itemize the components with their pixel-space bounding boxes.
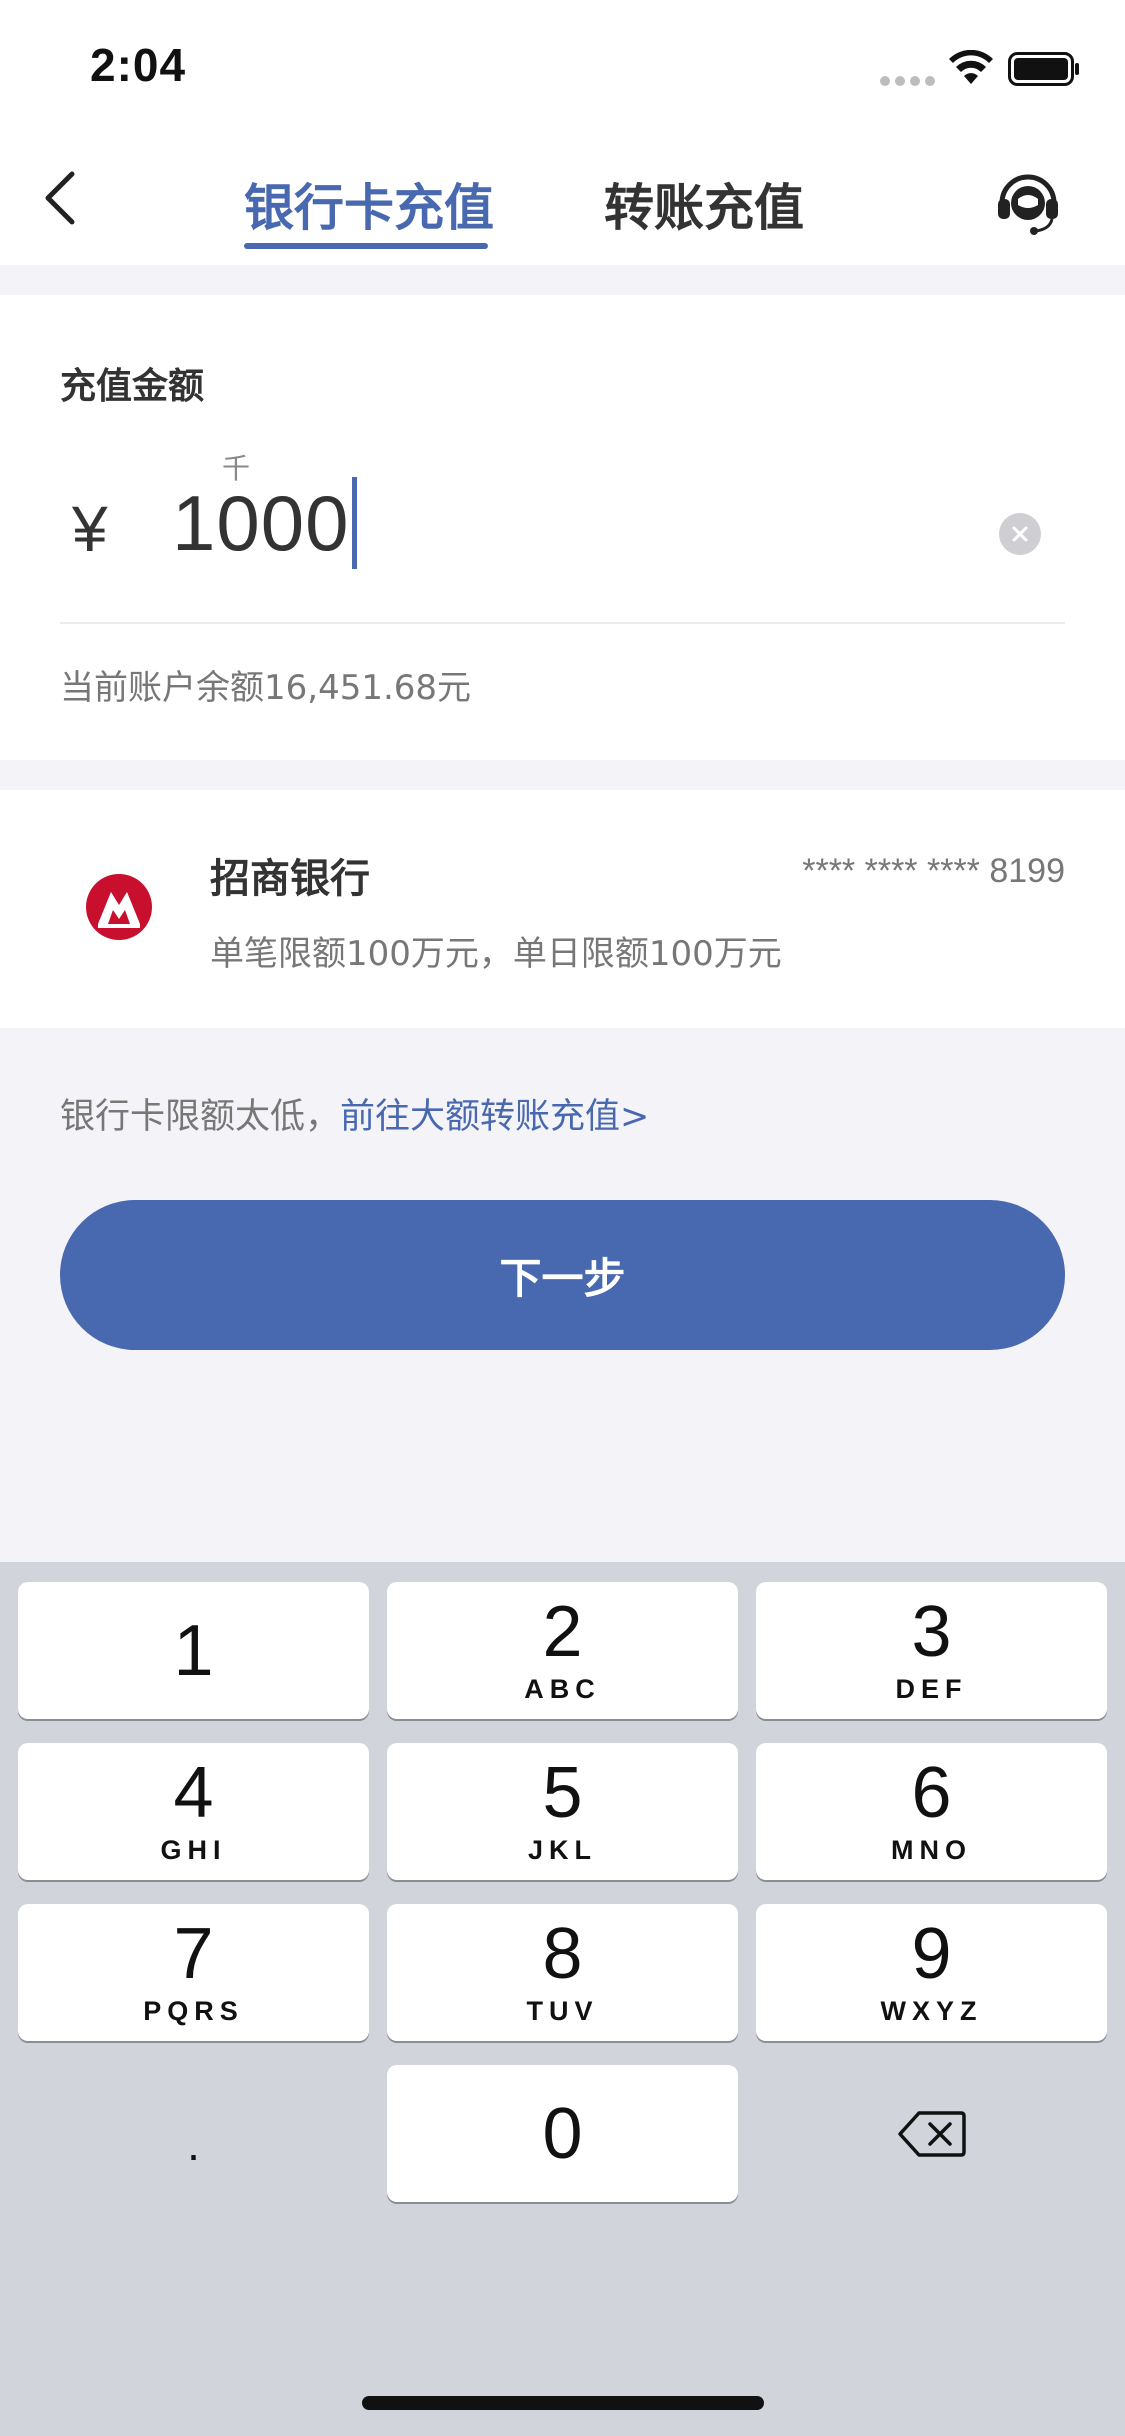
card-number: **** **** **** 8199 — [802, 852, 1065, 890]
chevron-left-icon — [45, 171, 75, 225]
battery-icon — [1008, 52, 1079, 86]
key-digit: 2 — [542, 1592, 583, 1672]
clear-amount-button[interactable] — [999, 513, 1041, 555]
key-letters: ABC — [524, 1674, 601, 1704]
key-3[interactable]: 3 DEF — [756, 1582, 1107, 1719]
key-1[interactable]: 1 — [18, 1582, 369, 1719]
wifi-icon — [949, 50, 993, 84]
key-0[interactable]: 0 — [387, 2065, 738, 2202]
status-bar: 2:04 — [0, 0, 1125, 135]
key-5[interactable]: 5 JKL — [387, 1743, 738, 1880]
key-4[interactable]: 4 GHI — [18, 1743, 369, 1880]
backspace-icon — [897, 2110, 966, 2157]
signal-dots-icon — [880, 76, 936, 86]
tab-bank-card-topup[interactable]: 银行卡充值 — [244, 168, 494, 240]
key-letters: MNO — [891, 1835, 972, 1865]
key-8[interactable]: 8 TUV — [387, 1904, 738, 2041]
key-9[interactable]: 9 WXYZ — [756, 1904, 1107, 2041]
key-letters: DEF — [895, 1674, 968, 1704]
text-cursor — [351, 477, 357, 569]
amount-label: 充值金额 — [60, 366, 205, 407]
key-letters: TUV — [526, 1996, 599, 2026]
key-2[interactable]: 2 ABC — [387, 1582, 738, 1719]
bank-name: 招商银行 — [210, 856, 370, 902]
key-6[interactable]: 6 MNO — [756, 1743, 1107, 1880]
cmb-bank-logo-icon — [86, 874, 152, 940]
large-transfer-link[interactable]: 前往大额转账充值> — [340, 1097, 649, 1137]
numeric-keyboard: 1 2 ABC 3 DEF 4 GHI 5 JKL 6 MNO 7 PQRS 8… — [0, 1562, 1125, 2436]
key-digit: 6 — [911, 1753, 952, 1833]
key-letters: GHI — [160, 1835, 227, 1865]
key-7[interactable]: 7 PQRS — [18, 1904, 369, 2041]
key-letters: WXYZ — [880, 1996, 983, 2026]
status-time: 2:04 — [90, 39, 187, 91]
home-indicator — [362, 2396, 764, 2410]
key-digit: 3 — [911, 1592, 952, 1672]
account-balance: 当前账户余额16,451.68元 — [60, 668, 472, 708]
tab-transfer-topup[interactable]: 转账充值 — [604, 168, 804, 240]
key-delete[interactable] — [756, 2065, 1107, 2202]
key-letters: PQRS — [143, 1996, 244, 2026]
key-digit: 5 — [542, 1753, 583, 1833]
bank-card-selector[interactable]: 招商银行 **** **** **** 8199 单笔限额100万元，单日限额1… — [0, 790, 1125, 1028]
key-digit: 1 — [173, 1610, 214, 1691]
key-digit: 9 — [911, 1914, 952, 1994]
key-digit: . — [187, 2117, 200, 2170]
key-digit: 0 — [542, 2093, 583, 2174]
limit-tip: 银行卡限额太低，前往大额转账充值> — [60, 1088, 649, 1139]
currency-symbol: ¥ — [72, 493, 108, 565]
amount-card: 充值金额 ¥ 千 1000 当前账户余额16,451.68元 — [0, 295, 1125, 760]
headset-icon[interactable] — [992, 165, 1064, 237]
divider — [60, 622, 1065, 624]
key-digit: 8 — [542, 1914, 583, 1994]
amount-value: 1000 — [172, 478, 350, 567]
amount-input[interactable]: 1000 — [172, 473, 972, 573]
bank-limit: 单笔限额100万元，单日限额100万元 — [210, 934, 782, 974]
nav-bar: 银行卡充值 转账充值 — [0, 135, 1125, 265]
next-button[interactable]: 下一步 — [60, 1200, 1065, 1350]
key-letters: JKL — [527, 1835, 597, 1865]
active-tab-indicator — [244, 243, 488, 249]
back-button[interactable] — [30, 163, 90, 233]
limit-tip-text: 银行卡限额太低， — [60, 1097, 341, 1137]
key-digit: 7 — [173, 1914, 214, 1994]
key-digit: 4 — [173, 1753, 214, 1833]
key-decimal[interactable]: . — [18, 2065, 369, 2202]
clear-icon — [1012, 526, 1028, 542]
